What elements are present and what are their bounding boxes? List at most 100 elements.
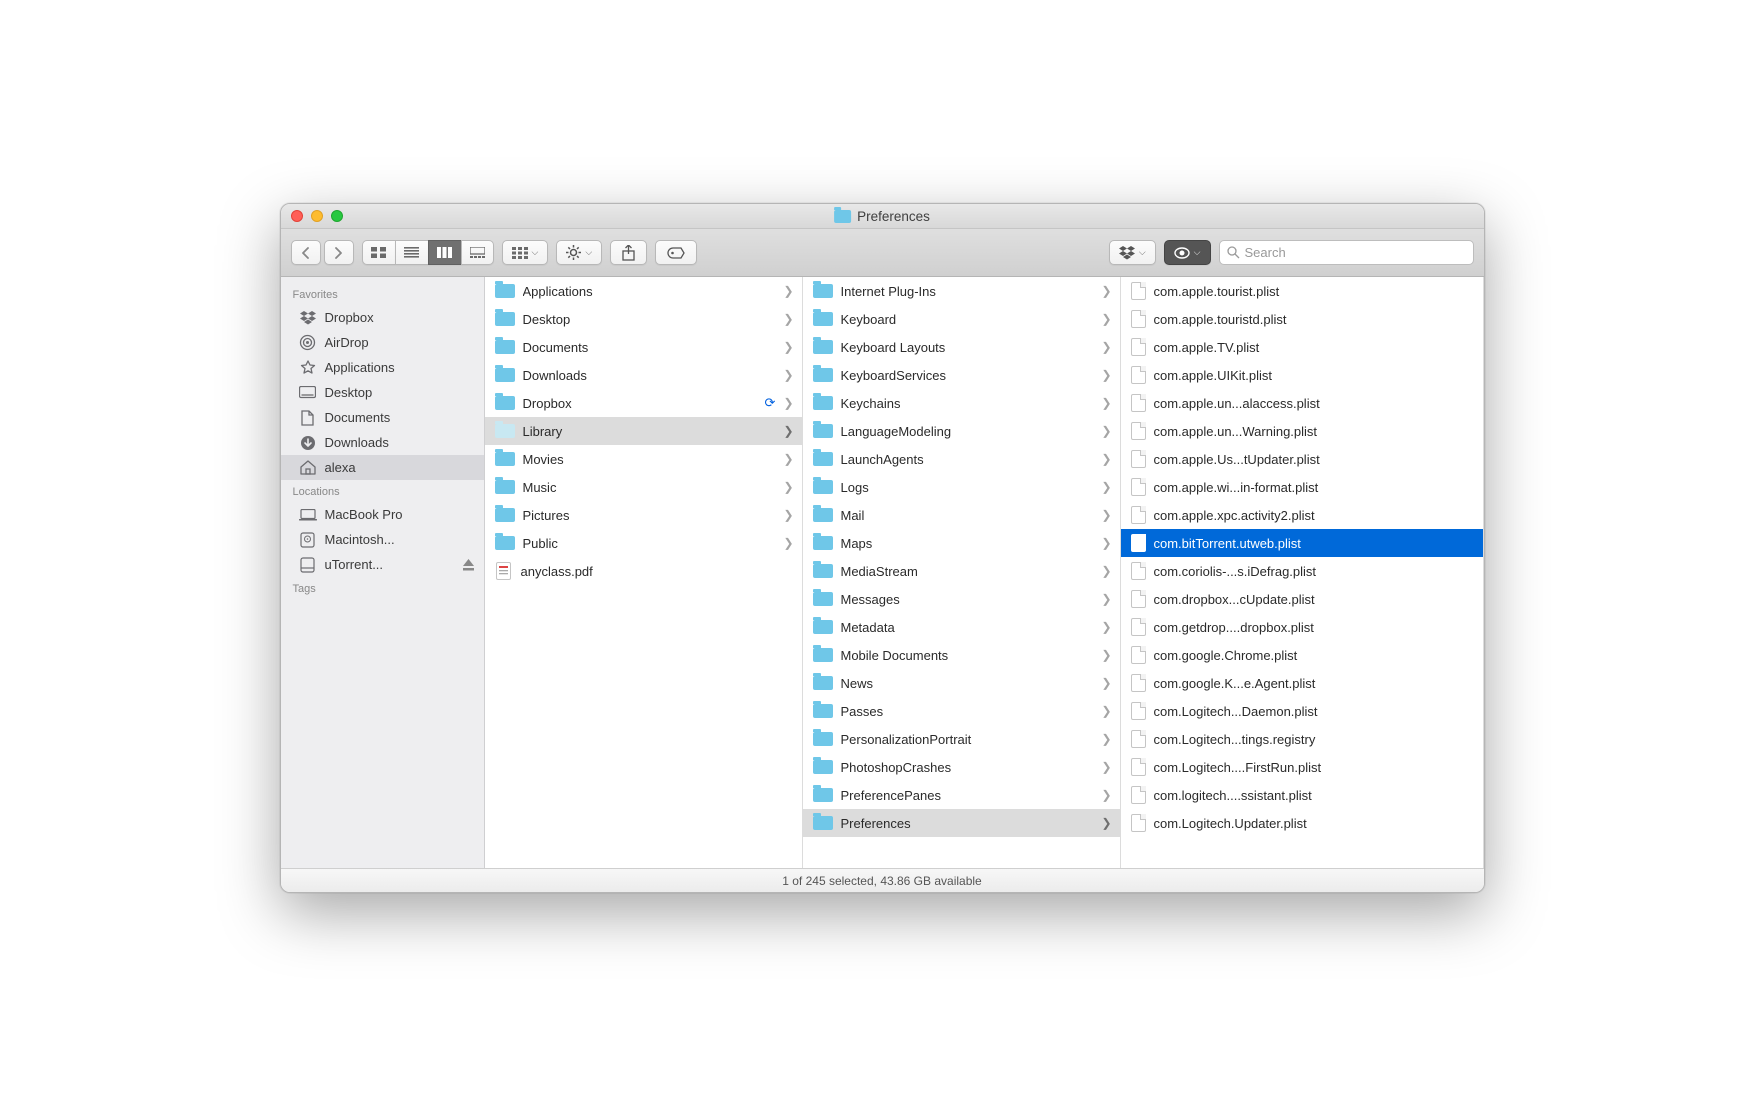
sidebar-item-desktop[interactable]: Desktop	[281, 380, 484, 405]
list-item[interactable]: LanguageModeling❯	[803, 417, 1120, 445]
list-item[interactable]: com.Logitech...Daemon.plist	[1121, 697, 1483, 725]
eject-icon[interactable]	[463, 559, 474, 571]
fullscreen-button[interactable]	[331, 210, 343, 222]
list-item[interactable]: Pictures❯	[485, 501, 802, 529]
list-item[interactable]: com.apple.xpc.activity2.plist	[1121, 501, 1483, 529]
list-item[interactable]: com.google.Chrome.plist	[1121, 641, 1483, 669]
forward-button[interactable]	[324, 240, 354, 265]
file-icon	[1131, 422, 1146, 440]
search-input[interactable]: Search	[1219, 240, 1474, 265]
list-item[interactable]: Mail❯	[803, 501, 1120, 529]
view-list-button[interactable]	[395, 240, 428, 265]
list-item[interactable]: com.apple.un...Warning.plist	[1121, 417, 1483, 445]
list-item[interactable]: KeyboardServices❯	[803, 361, 1120, 389]
back-button[interactable]	[291, 240, 321, 265]
list-item[interactable]: Keyboard Layouts❯	[803, 333, 1120, 361]
close-button[interactable]	[291, 210, 303, 222]
list-item[interactable]: com.apple.Us...tUpdater.plist	[1121, 445, 1483, 473]
chevron-right-icon: ❯	[1101, 620, 1111, 634]
list-item[interactable]: com.dropbox...cUpdate.plist	[1121, 585, 1483, 613]
sidebar-item-utorrent[interactable]: uTorrent...	[281, 552, 484, 577]
tags-button[interactable]	[655, 240, 697, 265]
list-item[interactable]: PersonalizationPortrait❯	[803, 725, 1120, 753]
group-icon	[512, 247, 528, 259]
folder-icon	[495, 452, 515, 466]
list-item[interactable]: Internet Plug-Ins❯	[803, 277, 1120, 305]
privacy-button[interactable]: ⌵	[1164, 240, 1211, 265]
list-item[interactable]: Applications❯	[485, 277, 802, 305]
file-icon	[1131, 450, 1146, 468]
action-button[interactable]: ⌵	[556, 240, 602, 265]
chevron-right-icon: ❯	[783, 452, 793, 466]
sidebar-item-downloads[interactable]: Downloads	[281, 430, 484, 455]
view-gallery-button[interactable]	[461, 240, 494, 265]
list-item[interactable]: Keychains❯	[803, 389, 1120, 417]
sidebar-item-macbook[interactable]: MacBook Pro	[281, 502, 484, 527]
list-item[interactable]: Logs❯	[803, 473, 1120, 501]
column-2[interactable]: Internet Plug-Ins❯Keyboard❯Keyboard Layo…	[803, 277, 1121, 868]
list-item[interactable]: News❯	[803, 669, 1120, 697]
sidebar-item-applications[interactable]: Applications	[281, 355, 484, 380]
list-item[interactable]: com.apple.touristd.plist	[1121, 305, 1483, 333]
list-item[interactable]: com.google.K...e.Agent.plist	[1121, 669, 1483, 697]
item-label: Keyboard	[841, 312, 1094, 327]
chevron-down-icon: ⌵	[585, 247, 592, 258]
minimize-button[interactable]	[311, 210, 323, 222]
item-label: Desktop	[523, 312, 776, 327]
list-item[interactable]: Documents❯	[485, 333, 802, 361]
list-item[interactable]: Preferences❯	[803, 809, 1120, 837]
list-item[interactable]: Movies❯	[485, 445, 802, 473]
list-item[interactable]: com.coriolis-...s.iDefrag.plist	[1121, 557, 1483, 585]
folder-icon	[813, 508, 833, 522]
list-item[interactable]: Messages❯	[803, 585, 1120, 613]
view-column-button[interactable]	[428, 240, 461, 265]
list-item[interactable]: com.apple.wi...in-format.plist	[1121, 473, 1483, 501]
list-item[interactable]: Library❯	[485, 417, 802, 445]
list-item[interactable]: com.Logitech.Updater.plist	[1121, 809, 1483, 837]
list-item[interactable]: com.Logitech....FirstRun.plist	[1121, 753, 1483, 781]
sidebar-item-home[interactable]: alexa	[281, 455, 484, 480]
list-item[interactable]: PhotoshopCrashes❯	[803, 753, 1120, 781]
list-item[interactable]: com.apple.tourist.plist	[1121, 277, 1483, 305]
sidebar-item-airdrop[interactable]: AirDrop	[281, 330, 484, 355]
list-item[interactable]: Maps❯	[803, 529, 1120, 557]
share-icon	[622, 245, 635, 261]
list-item[interactable]: com.getdrop....dropbox.plist	[1121, 613, 1483, 641]
item-label: com.apple.TV.plist	[1154, 340, 1475, 355]
list-item[interactable]: anyclass.pdf	[485, 557, 802, 585]
list-item[interactable]: com.Logitech...tings.registry	[1121, 725, 1483, 753]
list-item[interactable]: Passes❯	[803, 697, 1120, 725]
item-label: PhotoshopCrashes	[841, 760, 1094, 775]
column-1[interactable]: Applications❯Desktop❯Documents❯Downloads…	[485, 277, 803, 868]
file-icon	[1131, 562, 1146, 580]
dropbox-button[interactable]: ⌵	[1109, 240, 1156, 265]
list-item[interactable]: Desktop❯	[485, 305, 802, 333]
sidebar-item-dropbox[interactable]: Dropbox	[281, 305, 484, 330]
view-icon-button[interactable]	[362, 240, 395, 265]
chevron-right-icon: ❯	[1101, 564, 1111, 578]
list-item[interactable]: Mobile Documents❯	[803, 641, 1120, 669]
list-item[interactable]: Public❯	[485, 529, 802, 557]
list-item[interactable]: com.bitTorrent.utweb.plist	[1121, 529, 1483, 557]
folder-icon	[813, 648, 833, 662]
list-item[interactable]: Keyboard❯	[803, 305, 1120, 333]
list-item[interactable]: com.apple.UIKit.plist	[1121, 361, 1483, 389]
list-item[interactable]: PreferencePanes❯	[803, 781, 1120, 809]
list-item[interactable]: MediaStream❯	[803, 557, 1120, 585]
column-3[interactable]: com.apple.tourist.plistcom.apple.tourist…	[1121, 277, 1484, 868]
sidebar-item-documents[interactable]: Documents	[281, 405, 484, 430]
list-item[interactable]: Dropbox⟳❯	[485, 389, 802, 417]
list-item[interactable]: com.apple.un...alaccess.plist	[1121, 389, 1483, 417]
group-by-button[interactable]: ⌵	[502, 240, 549, 265]
list-item[interactable]: com.logitech....ssistant.plist	[1121, 781, 1483, 809]
sidebar-item-label: Applications	[325, 360, 395, 375]
list-item[interactable]: com.apple.TV.plist	[1121, 333, 1483, 361]
list-item[interactable]: Downloads❯	[485, 361, 802, 389]
sidebar-item-macintosh-hd[interactable]: Macintosh...	[281, 527, 484, 552]
chevron-right-icon: ❯	[1101, 788, 1111, 802]
list-item[interactable]: Metadata❯	[803, 613, 1120, 641]
list-item[interactable]: LaunchAgents❯	[803, 445, 1120, 473]
list-item[interactable]: Music❯	[485, 473, 802, 501]
share-button[interactable]	[610, 240, 647, 265]
file-icon	[1131, 590, 1146, 608]
